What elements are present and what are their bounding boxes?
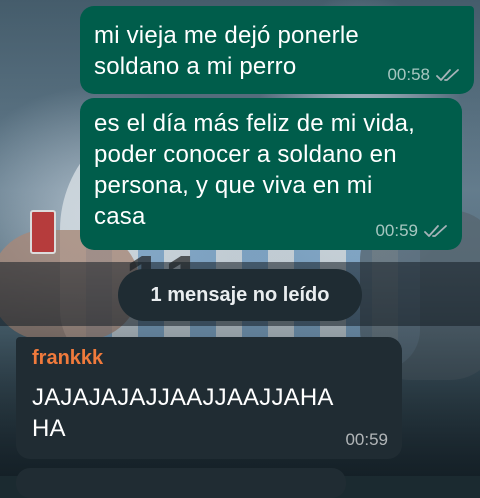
message-meta: 00:58 — [387, 65, 460, 85]
message-bubble-outgoing[interactable]: mi vieja me dejó ponerle soldano a mi pe… — [80, 6, 474, 94]
message-line: JAJAJAJAJJAAJJAAJJAHA — [32, 384, 334, 411]
message-line: HA — [32, 415, 66, 442]
message-time: 00:58 — [387, 65, 430, 84]
message-text: mi vieja me dejó ponerle soldano a mi pe… — [94, 20, 359, 82]
message-text: es el día más feliz de mi vida, poder co… — [94, 108, 454, 232]
message-line: es el día más feliz de mi vida, — [94, 110, 416, 137]
message-line: persona, y que viva en mi — [94, 172, 373, 199]
message-bubble-outgoing[interactable]: es el día más feliz de mi vida, poder co… — [80, 98, 462, 250]
next-message-bubble-partial[interactable] — [16, 468, 346, 498]
message-text: JAJAJAJAJJAAJJAAJJAHA HA — [32, 382, 392, 444]
message-bubble-incoming[interactable]: frankkk JAJAJAJAJJAAJJAAJJAHA HA 00:59 — [16, 337, 402, 459]
unread-divider-label: 1 mensaje no leído — [150, 283, 330, 306]
double-check-icon — [436, 69, 459, 81]
message-line: soldano a mi perro — [94, 53, 297, 80]
unread-messages-divider: 1 mensaje no leído — [118, 269, 362, 321]
message-time: 00:59 — [345, 430, 388, 449]
message-line: mi vieja me dejó ponerle — [94, 22, 359, 49]
sender-name[interactable]: frankkk — [32, 347, 103, 370]
double-check-icon — [424, 225, 447, 237]
message-meta: 00:59 — [345, 430, 388, 450]
message-line: poder conocer a soldano en — [94, 141, 397, 168]
message-time: 00:59 — [375, 221, 418, 240]
message-meta: 00:59 — [375, 221, 448, 241]
